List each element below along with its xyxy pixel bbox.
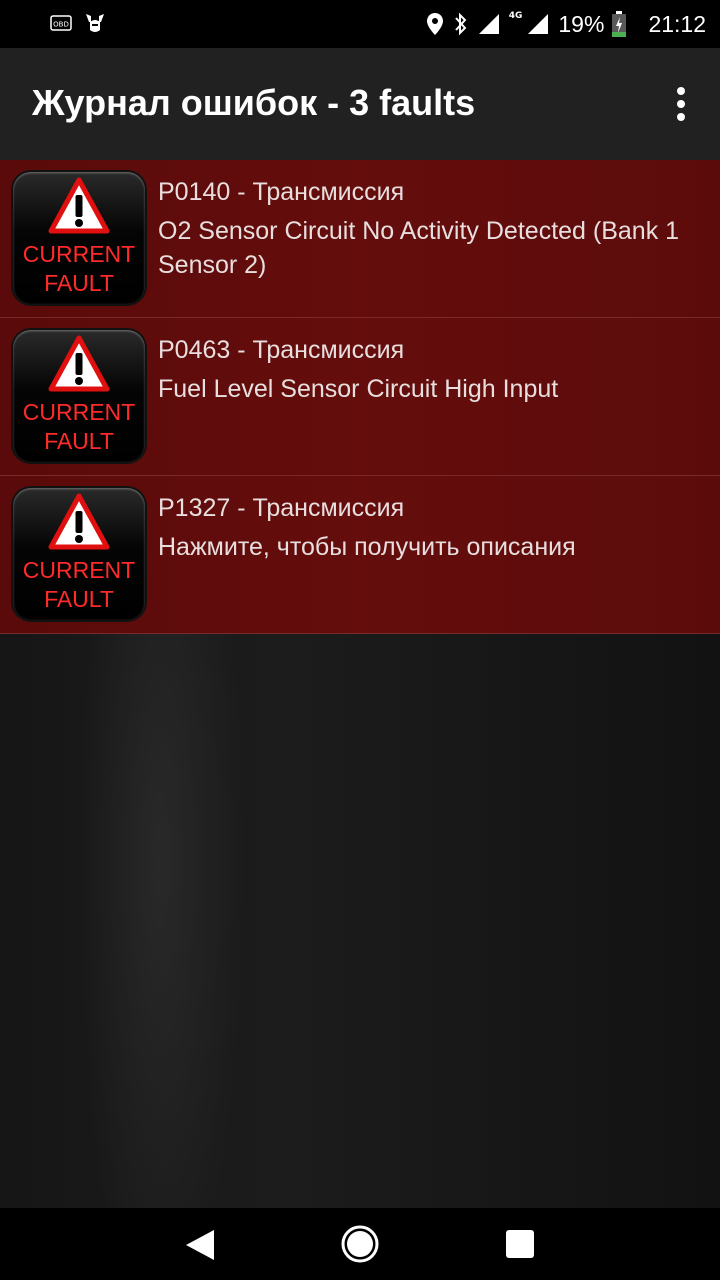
current-fault-badge: CURRENT FAULT — [13, 488, 145, 620]
viking-app-icon — [86, 14, 104, 32]
fault-description: Нажмите, чтобы получить описания — [158, 533, 576, 561]
fault-description: O2 Sensor Circuit No Activity Detected (… — [158, 217, 680, 279]
navigation-bar — [0, 1208, 720, 1280]
page-title: Журнал ошибок - 3 faults — [32, 82, 476, 123]
badge-label-fault: FAULT — [44, 428, 114, 454]
app-bar: Журнал ошибок - 3 faults — [0, 48, 720, 160]
signal-icon-2 — [528, 14, 549, 34]
warning-triangle-icon — [48, 177, 110, 234]
status-bar-notifications: OBD — [50, 10, 108, 36]
fault-description: Fuel Level Sensor Circuit High Input — [158, 375, 559, 403]
current-fault-badge: CURRENT FAULT — [13, 172, 145, 304]
fault-row[interactable]: CURRENT FAULT P0140 - Трансмиссия O2 Sen… — [0, 160, 720, 318]
fault-code: P1327 - Трансмиссия — [158, 494, 405, 522]
fault-code: P0463 - Трансмиссия — [158, 336, 405, 364]
network-type-label: 4G — [508, 11, 523, 21]
signal-icon — [478, 14, 499, 34]
badge-label-current: CURRENT — [22, 557, 136, 583]
clock: 21:12 — [648, 10, 706, 37]
fault-row[interactable]: CURRENT FAULT P0463 - Трансмиссия Fuel L… — [0, 318, 720, 476]
fault-code: P0140 - Трансмиссия — [158, 178, 405, 206]
status-bar: OBD 4G 19% 21:12 — [0, 0, 720, 48]
current-fault-badge: CURRENT FAULT — [13, 330, 145, 462]
battery-percent: 19% — [558, 10, 605, 37]
more-vert-icon[interactable] — [668, 84, 694, 124]
bluetooth-icon — [454, 12, 467, 36]
fault-list: CURRENT FAULT P0140 - Трансмиссия O2 Sen… — [0, 160, 720, 634]
obd-app-icon: OBD — [50, 15, 72, 31]
status-bar-system: 4G 19% 21:12 — [425, 0, 706, 48]
back-icon[interactable] — [184, 1228, 216, 1262]
badge-label-fault: FAULT — [44, 270, 114, 296]
warning-triangle-icon — [48, 335, 110, 392]
svg-text:OBD: OBD — [53, 21, 69, 29]
warning-triangle-icon — [48, 493, 110, 550]
location-icon — [426, 13, 443, 35]
recent-apps-icon[interactable] — [506, 1230, 534, 1258]
badge-label-current: CURRENT — [22, 241, 136, 267]
fault-row[interactable]: CURRENT FAULT P1327 - Трансмиссия Нажмит… — [0, 476, 720, 634]
battery-charging-icon — [612, 11, 627, 37]
home-icon[interactable] — [340, 1224, 380, 1264]
badge-label-current: CURRENT — [22, 399, 136, 425]
badge-label-fault: FAULT — [44, 586, 114, 612]
